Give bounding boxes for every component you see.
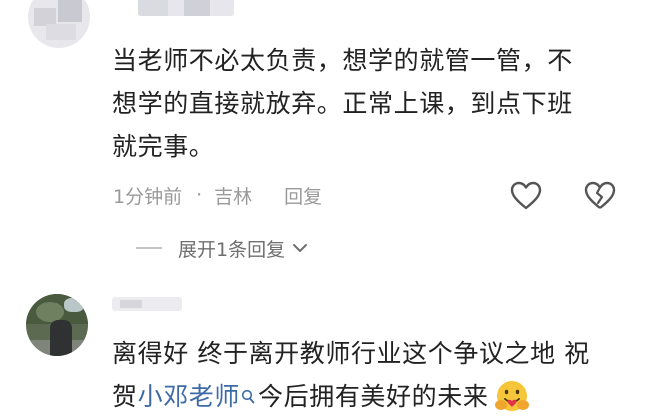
chevron-down-icon: [293, 244, 308, 252]
expand-replies-label: 展开1条回复: [178, 238, 286, 261]
username-blurred[interactable]: [112, 297, 182, 311]
comment-text-line: 就完事。: [112, 132, 215, 161]
avatar[interactable]: [26, 294, 88, 356]
comment-text-line: 当老师不必太负责，想学的就管一管，不: [112, 46, 573, 75]
broken-heart-outline-icon[interactable]: [584, 181, 616, 211]
meta-separator: ·: [196, 184, 203, 206]
comment-text-line: 想学的直接就放弃。正常上课，到点下班: [112, 89, 573, 118]
expand-replies-button[interactable]: 展开1条回复: [136, 233, 309, 263]
divider: [136, 247, 162, 249]
search-icon[interactable]: [241, 389, 255, 405]
comment-meta: 1分钟前 · 吉林 回复: [113, 180, 322, 210]
comment-text-segment: 贺: [112, 382, 138, 411]
heart-outline-icon[interactable]: [510, 181, 542, 211]
comment-location: 吉林: [214, 185, 253, 208]
comment-text-line: 贺小邓老师 今后拥有美好的未来: [112, 376, 532, 417]
mention-link[interactable]: 小邓老师: [138, 376, 240, 417]
hugging-face-emoji: [495, 380, 530, 411]
comment-text-line: 离得好 终于离开教师行业这个争议之地 祝: [112, 339, 590, 368]
username-blurred[interactable]: [138, 0, 234, 16]
comment-feed: 当老师不必太负责，想学的就管一管，不 想学的直接就放弃。正常上课，到点下班 就完…: [0, 0, 650, 419]
avatar[interactable]: [28, 0, 90, 48]
comment-text-segment: 今后拥有美好的未来: [258, 382, 489, 411]
reply-button[interactable]: 回复: [284, 182, 322, 209]
comment-time: 1分钟前: [113, 185, 183, 208]
